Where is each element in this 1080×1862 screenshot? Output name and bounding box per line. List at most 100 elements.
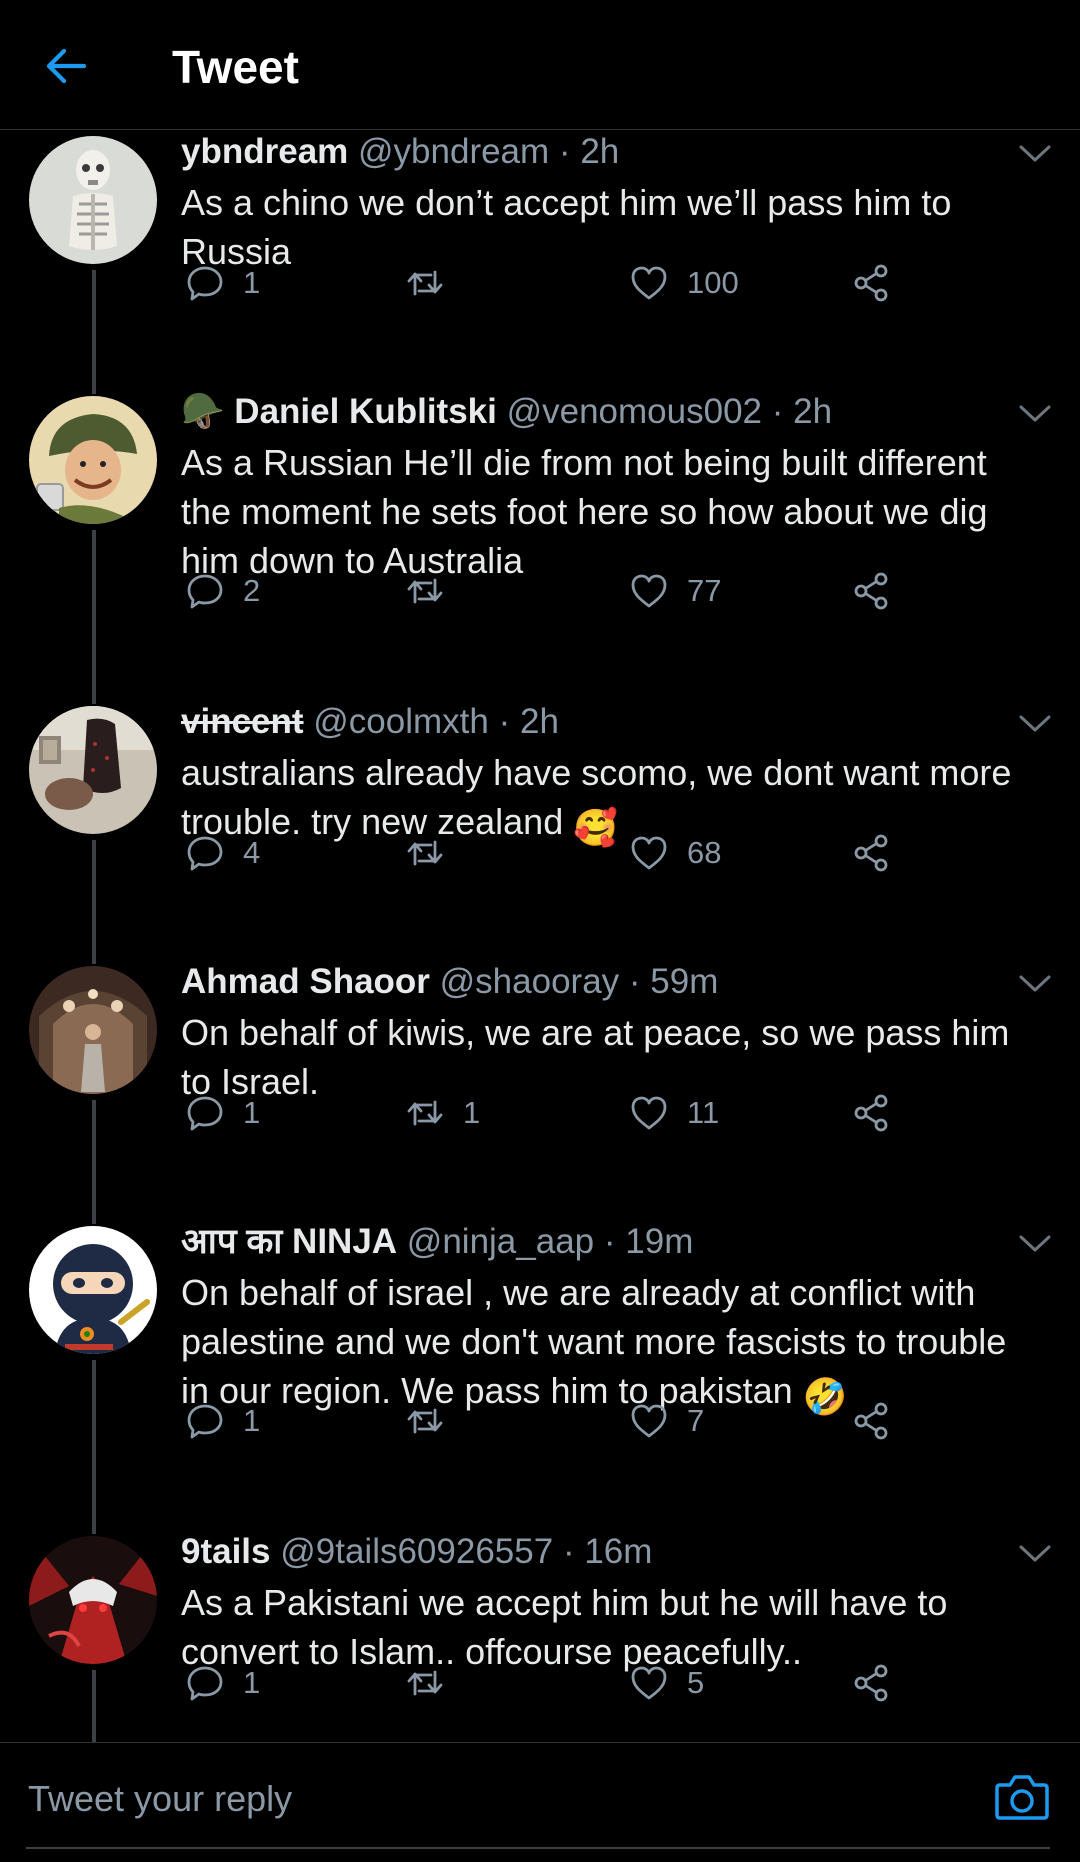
like-button[interactable]: 77: [629, 568, 721, 614]
reply-count: 4: [243, 835, 261, 870]
reply-count: 2: [243, 573, 261, 608]
reply-icon: [187, 836, 223, 871]
display-name[interactable]: Ahmad Shaoor: [181, 962, 430, 1001]
reply-button[interactable]: 1: [185, 1398, 260, 1444]
like-count: 5: [687, 1665, 705, 1700]
share-button[interactable]: [851, 830, 891, 876]
retweet-icon: [407, 840, 443, 866]
reply-count: 1: [243, 1403, 261, 1438]
handle[interactable]: @shaooray: [440, 962, 620, 1001]
tweet[interactable]: 9tails @9tails60926557 · 16m As a Pakist…: [0, 1530, 1080, 1742]
reply-count: 1: [243, 1665, 261, 1700]
share-button[interactable]: [851, 568, 891, 614]
tweet-actions: 2 77: [181, 568, 941, 614]
avatar[interactable]: [29, 706, 157, 834]
reply-button[interactable]: 1: [185, 1660, 260, 1706]
retweet-button[interactable]: [405, 1398, 463, 1444]
tweet-actions: 1 1 11: [181, 1090, 941, 1136]
tweet-header: 9tails @9tails60926557 · 16m: [181, 1530, 1040, 1574]
reply-count: 1: [243, 265, 261, 300]
display-name[interactable]: ybndream: [181, 132, 348, 171]
display-name[interactable]: 🪖 Daniel Kublitski: [181, 392, 497, 431]
chevron-down-icon[interactable]: [1018, 402, 1052, 426]
display-name[interactable]: 9tails: [181, 1532, 271, 1571]
share-button[interactable]: [851, 1660, 891, 1706]
chevron-down-icon[interactable]: [1018, 1542, 1052, 1566]
handle[interactable]: @9tails60926557: [280, 1532, 553, 1571]
reply-count: 1: [243, 1095, 261, 1130]
share-icon: [854, 1664, 888, 1702]
thread-line: [92, 1670, 96, 1742]
page-title: Tweet: [172, 41, 299, 93]
avatar[interactable]: [29, 136, 157, 264]
retweet-button[interactable]: [405, 260, 463, 306]
chevron-down-icon[interactable]: [1018, 142, 1052, 166]
thread-line: [92, 530, 96, 704]
like-button[interactable]: 68: [629, 830, 721, 876]
separator-dot: ·: [562, 1532, 575, 1571]
share-icon: [854, 1402, 888, 1440]
avatar[interactable]: [29, 966, 157, 1094]
like-icon: [631, 836, 667, 870]
handle[interactable]: @ninja_aap: [407, 1222, 594, 1261]
reply-icon: [187, 266, 223, 301]
back-arrow-icon[interactable]: [44, 44, 88, 88]
retweet-button[interactable]: 1: [405, 1090, 480, 1136]
tweet-text-content: As a Pakistani we accept him but he will…: [181, 1582, 948, 1672]
chevron-down-icon[interactable]: [1018, 1232, 1052, 1256]
chevron-down-icon[interactable]: [1018, 712, 1052, 736]
retweet-button[interactable]: [405, 830, 463, 876]
avatar[interactable]: [29, 1226, 157, 1354]
separator-dot: ·: [558, 132, 571, 171]
handle[interactable]: @coolmxth: [313, 702, 489, 741]
separator-dot: ·: [771, 392, 784, 431]
share-button[interactable]: [851, 1090, 891, 1136]
reply-button[interactable]: 1: [185, 260, 260, 306]
tweet[interactable]: Ahmad Shaoor @shaooray · 59m On behalf o…: [0, 960, 1080, 1224]
display-name[interactable]: आप का NINJA: [181, 1222, 397, 1261]
retweet-button[interactable]: [405, 568, 463, 614]
like-count: 7: [687, 1403, 705, 1438]
tweet[interactable]: vincent @coolmxth · 2h australians alrea…: [0, 700, 1080, 964]
timestamp[interactable]: 59m: [650, 962, 718, 1001]
avatar[interactable]: [29, 396, 157, 524]
tweet[interactable]: आप का NINJA @ninja_aap · 19m On behalf o…: [0, 1220, 1080, 1534]
share-button[interactable]: [851, 260, 891, 306]
timestamp[interactable]: 16m: [584, 1532, 652, 1571]
like-button[interactable]: 11: [629, 1090, 719, 1136]
tweet-text-content: On behalf of kiwis, we are at peace, so …: [181, 1012, 1010, 1102]
share-icon: [854, 834, 888, 872]
like-button[interactable]: 5: [629, 1660, 704, 1706]
timestamp[interactable]: 2h: [580, 132, 619, 171]
tweet-text-content: As a Russian He’ll die from not being bu…: [181, 442, 988, 581]
tweet-header: Ahmad Shaoor @shaooray · 59m: [181, 960, 1040, 1004]
display-name[interactable]: vincent: [181, 702, 304, 741]
separator-dot: ·: [498, 702, 511, 741]
like-icon: [631, 1096, 667, 1130]
timestamp[interactable]: 2h: [793, 392, 832, 431]
reply-button[interactable]: 2: [185, 568, 260, 614]
timestamp[interactable]: 2h: [520, 702, 559, 741]
retweet-icon: [407, 1100, 443, 1126]
like-button[interactable]: 100: [629, 260, 739, 306]
like-button[interactable]: 7: [629, 1398, 704, 1444]
share-button[interactable]: [851, 1398, 891, 1444]
camera-icon[interactable]: [994, 1771, 1050, 1821]
tweet[interactable]: 🪖 Daniel Kublitski @venomous002 · 2h As …: [0, 390, 1080, 704]
retweet-button[interactable]: [405, 1660, 463, 1706]
handle[interactable]: @ybndream: [358, 132, 549, 171]
reply-button[interactable]: 1: [185, 1090, 260, 1136]
like-count: 68: [687, 835, 722, 870]
tweet-header: आप का NINJA @ninja_aap · 19m: [181, 1220, 1040, 1264]
reply-icon: [187, 1404, 223, 1439]
reply-input[interactable]: [26, 1767, 960, 1831]
avatar[interactable]: [29, 1536, 157, 1664]
chevron-down-icon[interactable]: [1018, 972, 1052, 996]
thread-line: [92, 270, 96, 394]
timestamp[interactable]: 19m: [625, 1222, 693, 1261]
handle[interactable]: @venomous002: [507, 392, 762, 431]
tweet[interactable]: ybndream @ybndream · 2h As a chino we do…: [0, 130, 1080, 394]
reply-button[interactable]: 4: [185, 830, 260, 876]
separator-dot: ·: [628, 962, 641, 1001]
retweet-icon: [407, 1670, 443, 1696]
